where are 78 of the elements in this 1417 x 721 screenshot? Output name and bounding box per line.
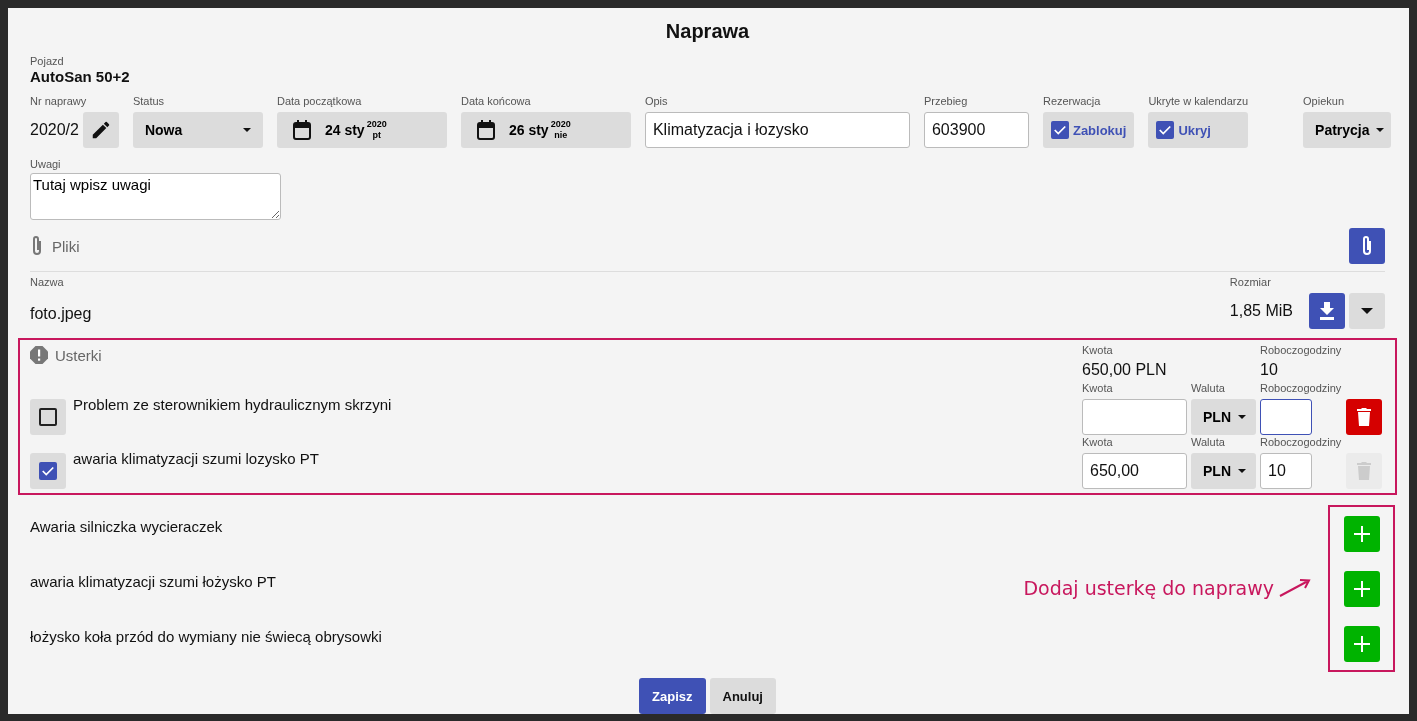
field-label: Waluta [1191, 382, 1225, 395]
menu-dropdown-button[interactable] [1349, 293, 1385, 329]
caret-icon [1375, 128, 1384, 132]
field-label: Rezerwacja [1042, 95, 1101, 108]
total-hours: 10 [1260, 361, 1279, 379]
warning-icon [30, 346, 48, 364]
download-button[interactable] [1309, 293, 1345, 329]
notes-label: Uwagi [30, 158, 61, 171]
delete-button[interactable] [1346, 399, 1382, 435]
add-button[interactable] [1344, 571, 1380, 607]
defect-name: Awaria silniczka wycieraczek [30, 518, 223, 535]
total-label: Kwota [1082, 344, 1113, 357]
toggle-checkbox[interactable]: Zablokuj [1042, 112, 1135, 148]
amount-field[interactable] [1082, 399, 1187, 435]
caretaker-dropdown[interactable]: Patrycja [1303, 112, 1392, 148]
defect-name: awaria klimatyzacji szumi lozysko PT [73, 450, 320, 467]
caret-icon [1238, 469, 1246, 473]
file-size: 1,85 MiB [1229, 302, 1293, 320]
cancel-button[interactable]: Anuluj [709, 678, 776, 714]
column-header: Rozmiar [1229, 276, 1271, 289]
defect-name: Problem ze sterownikiem hydraulicznym skrzyni [73, 396, 393, 413]
field-label: Kwota [1082, 382, 1113, 395]
calendar-icon [476, 120, 495, 140]
plus-icon [1354, 526, 1370, 542]
description-field[interactable]: Klimatyzacja i łozysko [644, 112, 910, 148]
hours-label: Roboczogodziny [1260, 344, 1342, 357]
plus-icon [1354, 636, 1370, 652]
field-label: Kwota [1082, 436, 1113, 449]
defect-name: awaria klimatyzacji szumi łożysko PT [30, 573, 276, 590]
calendar-icon [292, 120, 311, 140]
edit-button[interactable] [82, 112, 119, 148]
field-label: Roboczogodziny [1260, 436, 1342, 449]
add-button[interactable] [1344, 516, 1380, 552]
field-label: Ukryte w kalendarzu [1148, 95, 1249, 108]
plus-icon [1354, 581, 1370, 597]
currency-dropdown[interactable]: PLN [1191, 399, 1256, 435]
save-button[interactable]: Zapisz [639, 678, 706, 714]
hours-field[interactable] [1260, 399, 1312, 435]
caret-icon [1238, 415, 1246, 419]
attach-button[interactable] [1349, 228, 1385, 264]
hours-field[interactable]: 10 [1260, 453, 1312, 489]
checkbox-button[interactable] [30, 399, 66, 435]
trash-icon [1357, 462, 1371, 480]
field-label: Nr naprawy [30, 95, 87, 108]
add-button[interactable] [1344, 626, 1380, 662]
checkbox-button[interactable] [30, 453, 66, 489]
vehicle-name: AutoSan 50+2 [30, 68, 131, 85]
currency-dropdown[interactable]: PLN [1191, 453, 1256, 489]
dialog-title: Naprawa [664, 20, 751, 43]
trash-icon [1357, 408, 1371, 426]
amount-field[interactable]: 650,00 [1082, 453, 1187, 489]
field-label: Opiekun [1303, 95, 1345, 108]
caret-icon [242, 128, 251, 132]
paperclip-icon [30, 235, 44, 257]
field-label: Waluta [1191, 436, 1225, 449]
vehicle-label: Pojazd [30, 55, 64, 68]
caret-icon [1361, 308, 1373, 314]
column-header: Nazwa [30, 276, 64, 289]
total-amount: 650,00 PLN [1082, 361, 1168, 379]
field-label: Data końcowa [460, 95, 531, 108]
field-label: Status [132, 95, 165, 108]
file-name: foto.jpeg [30, 305, 93, 323]
defect-name: łożysko koła przód do wymiany nie świecą obrysowki [30, 628, 382, 645]
arrow-icon [1278, 578, 1312, 598]
field-label: Opis [644, 95, 668, 108]
defects-title: Usterki [55, 346, 102, 364]
download-icon [1319, 302, 1335, 320]
notes-field[interactable]: Tutaj wpisz uwagi [30, 173, 281, 220]
field-label: Data początkowa [276, 95, 362, 108]
field-label: Roboczogodziny [1260, 382, 1342, 395]
mileage-field[interactable]: 603900 [923, 112, 1029, 148]
toggle-checkbox[interactable]: Ukryj [1148, 112, 1249, 148]
annotation-text: Dodaj usterkę do naprawy [1023, 577, 1274, 599]
repair-number: 2020/2 [30, 121, 79, 139]
paperclip-icon [1360, 235, 1374, 257]
files-title: Pliki [52, 237, 80, 255]
status-dropdown[interactable]: Nowa [132, 112, 263, 148]
field-label: Przebieg [923, 95, 968, 108]
